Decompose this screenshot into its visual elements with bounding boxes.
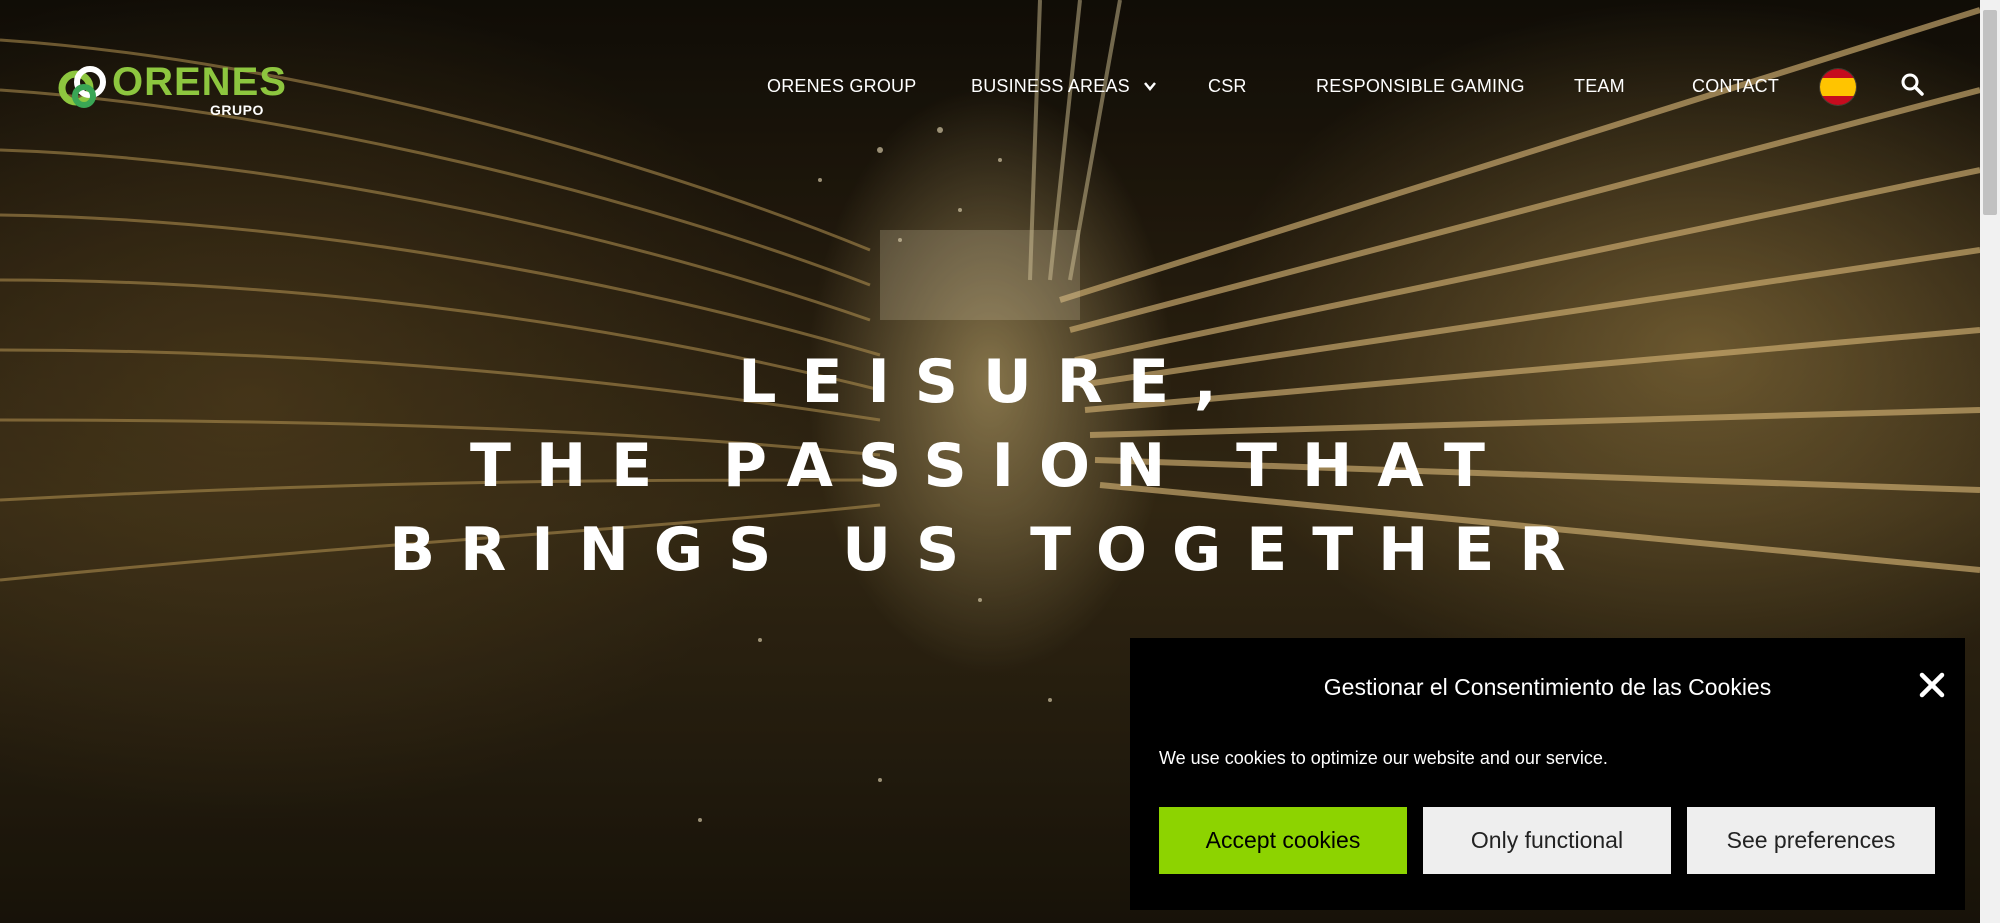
nav-business-areas-label: BUSINESS AREAS <box>971 76 1130 96</box>
orenes-logo-icon <box>58 66 106 108</box>
page-scrollbar[interactable] <box>1980 0 2000 923</box>
nav-orenes-group[interactable]: ORENES GROUP <box>767 76 916 97</box>
search-icon[interactable] <box>1900 72 1924 96</box>
hero-line-3: BRINGS US TOGETHER <box>389 515 1591 585</box>
nav-contact[interactable]: CONTACT <box>1692 76 1779 97</box>
logo-wordmark: ORENES <box>112 60 287 104</box>
see-preferences-button[interactable]: See preferences <box>1687 807 1935 874</box>
nav-responsible-gaming[interactable]: RESPONSIBLE GAMING <box>1316 76 1525 97</box>
only-functional-button[interactable]: Only functional <box>1423 807 1671 874</box>
logo-subtitle: GRUPO <box>210 102 264 118</box>
scrollbar-thumb[interactable] <box>1983 10 1997 215</box>
nav-business-areas[interactable]: BUSINESS AREAS <box>971 76 1156 97</box>
cookie-consent-dialog: Gestionar el Consentimiento de las Cooki… <box>1130 638 1965 910</box>
chevron-down-icon <box>1143 78 1156 94</box>
hero-headline: LEISURE, THE PASSION THAT BRINGS US TOGE… <box>0 340 1980 592</box>
spain-flag-icon[interactable] <box>1820 69 1856 105</box>
cookie-dialog-title: Gestionar el Consentimiento de las Cooki… <box>1323 674 1772 700</box>
hero-line-1: LEISURE, <box>738 347 1242 417</box>
hero-line-2: THE PASSION THAT <box>470 431 1510 501</box>
close-icon[interactable] <box>1918 672 1946 700</box>
nav-team[interactable]: TEAM <box>1574 76 1625 97</box>
nav-csr[interactable]: CSR <box>1208 76 1247 97</box>
site-header: ORENES GRUPO ORENES GROUP BUSINESS AREAS… <box>0 0 1980 140</box>
orenes-logo[interactable]: ORENES GRUPO <box>56 58 286 122</box>
cookie-dialog-text: We use cookies to optimize our website a… <box>1159 748 1608 768</box>
accept-cookies-button[interactable]: Accept cookies <box>1159 807 1407 874</box>
